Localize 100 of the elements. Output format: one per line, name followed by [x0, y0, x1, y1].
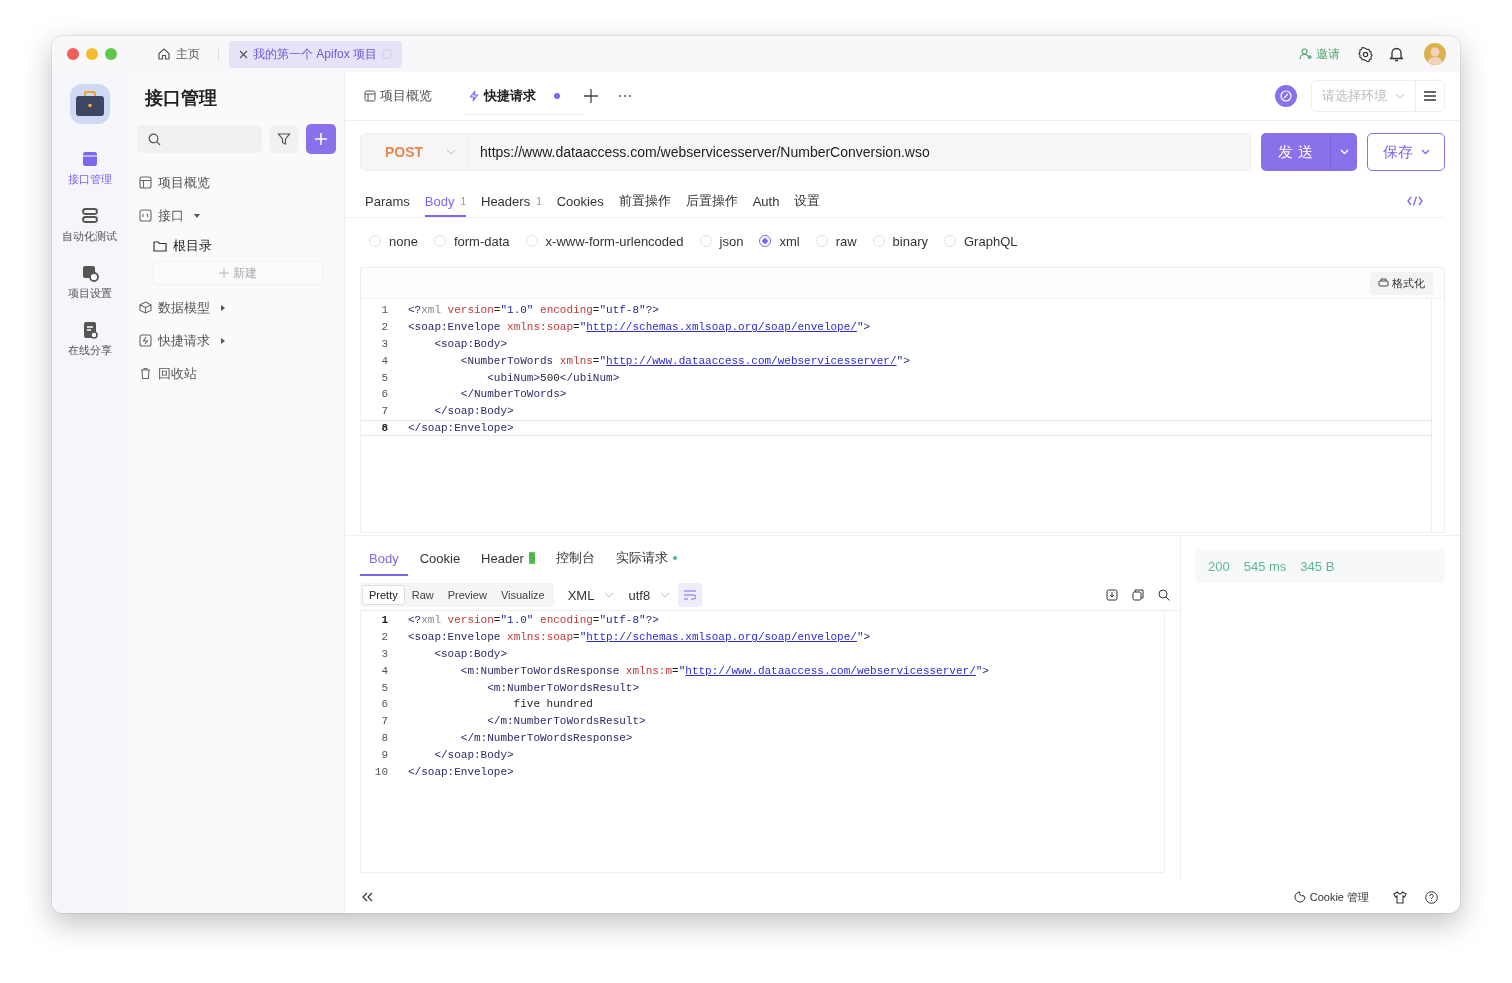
code-line: <soap:Body> [433, 338, 508, 350]
format-button[interactable]: 格式化 [1370, 271, 1433, 295]
sidebar-title: 接口管理 [144, 87, 218, 110]
settings-icon[interactable] [1358, 46, 1373, 62]
body-type-radio[interactable]: json [699, 233, 744, 249]
body-type-radio[interactable]: binary [872, 233, 928, 249]
search-field[interactable] [137, 125, 263, 153]
bolt-icon [139, 334, 152, 347]
response-time: 545 ms [1243, 559, 1287, 574]
sidebar-item[interactable]: 快捷请求 [137, 324, 336, 357]
notification-bell-icon[interactable] [1389, 46, 1404, 62]
plus-icon [219, 268, 229, 278]
collapse-icon[interactable] [362, 892, 373, 902]
shirt-icon[interactable] [1393, 890, 1407, 904]
request-section-tab[interactable]: Auth [752, 185, 780, 217]
body-type-radio[interactable]: xml [759, 233, 800, 249]
view-mode-tab[interactable]: Raw [404, 585, 441, 605]
nav-label: 在线分享 [67, 343, 112, 358]
response-tab[interactable]: 控制台 [546, 542, 604, 576]
body-type-radio[interactable]: form-data [433, 233, 510, 249]
status-code: 200 [1208, 559, 1230, 574]
code-link[interactable]: http://www.dataaccess.com/webservicesserver/ [685, 664, 976, 677]
request-section-tab[interactable]: Params [365, 185, 410, 217]
api-icon [80, 150, 99, 168]
new-tab-plus-icon[interactable] [584, 89, 598, 103]
send-button[interactable]: 发 送 [1261, 133, 1331, 171]
code-line: <m:NumberToWordsResult> [486, 681, 640, 694]
code-link[interactable]: http://schemas.xmlsoap.org/soap/envelope/ [586, 321, 857, 334]
line-number: 10 [373, 765, 388, 778]
add-user-icon [1299, 47, 1313, 61]
home-icon [157, 47, 171, 61]
body-type-radio[interactable]: GraphQL [944, 233, 1018, 249]
code-link[interactable]: http://www.dataaccess.com/webservicesserver/ [606, 354, 897, 367]
window-tab[interactable]: 主页 [149, 41, 208, 67]
body-type-radio[interactable]: raw [815, 233, 857, 249]
line-number: 5 [380, 371, 388, 384]
printer-icon [1378, 278, 1389, 288]
response-tab[interactable]: Body [360, 542, 408, 576]
request-tab[interactable]: 项目概览 [360, 77, 458, 115]
nav-label: 接口管理 [67, 172, 112, 187]
sidebar-item[interactable]: 接口 [137, 199, 336, 232]
request-section-tab[interactable]: 后置操作 [685, 185, 738, 217]
chevron-down-icon [1339, 149, 1349, 155]
sidebar-item[interactable]: 回收站 [137, 357, 336, 390]
response-tab[interactable]: Cookie [410, 542, 470, 576]
search-icon[interactable] [1158, 589, 1170, 601]
line-number: 8 [380, 421, 388, 434]
line-number: 4 [380, 664, 388, 677]
close-icon[interactable] [239, 49, 248, 59]
add-button[interactable] [306, 124, 336, 154]
save-button[interactable]: 保存 [1367, 133, 1445, 171]
sync-icon[interactable] [1275, 85, 1297, 107]
download-icon[interactable] [1106, 589, 1118, 601]
request-section-tab[interactable]: 设置 [794, 185, 821, 217]
sidebar-item[interactable]: 项目概览 [137, 166, 336, 199]
nav-item[interactable]: 自动化测试 [62, 207, 117, 244]
code-line: </NumberToWords> [459, 388, 567, 401]
window-tab[interactable]: 我的第一个 Apifox 项目 [229, 40, 403, 68]
help-icon[interactable] [1425, 890, 1438, 904]
stack-icon [80, 207, 99, 225]
chevron-down-icon [604, 592, 615, 598]
view-mode-tab[interactable]: Preview [440, 585, 494, 605]
encoding-select[interactable]: utf8 [628, 587, 671, 603]
filter-button[interactable] [270, 125, 299, 153]
sidebar-label: 数据模型 [158, 298, 210, 317]
line-number: 4 [380, 354, 388, 367]
cookie-manager-button[interactable]: Cookie 管理 [1287, 888, 1375, 906]
caret-icon[interactable] [220, 337, 226, 344]
nav-item[interactable]: 接口管理 [67, 150, 112, 187]
request-section-tab[interactable]: Body 1 [424, 185, 466, 217]
nav-label: 自动化测试 [62, 229, 117, 244]
more-icon[interactable] [618, 94, 632, 98]
code-line: </soap:Envelope> [408, 765, 514, 778]
cube-icon [139, 301, 152, 314]
close-window-button[interactable] [67, 48, 79, 60]
code-icon[interactable] [1407, 196, 1423, 206]
sidebar-label: 接口 [158, 206, 184, 225]
caret-icon[interactable] [194, 212, 200, 219]
sidebar-label: 项目概览 [158, 173, 210, 192]
nav-item[interactable]: 项目设置 [67, 264, 112, 301]
sidebar-item[interactable]: 数据模型 [137, 291, 336, 324]
folder-item[interactable]: 根目录 [137, 232, 336, 259]
sidebar-label: 根目录 [173, 236, 212, 255]
request-section-tab[interactable]: Cookies [556, 185, 604, 217]
cookie-icon [1293, 891, 1306, 903]
format-select[interactable]: XML [567, 587, 615, 603]
nav-item[interactable]: 在线分享 [67, 321, 112, 358]
menu-icon [1424, 91, 1436, 101]
code-link[interactable]: http://schemas.xmlsoap.org/soap/envelope/ [586, 631, 857, 644]
body-type-radio[interactable]: x-www-form-urlencoded [525, 233, 684, 249]
view-mode-tab[interactable]: Pretty [362, 585, 405, 605]
request-section-tab[interactable]: Headers 1 [481, 185, 542, 217]
response-tab[interactable]: 实际请求 [606, 542, 686, 576]
line-number: 9 [380, 748, 388, 761]
caret-icon[interactable] [220, 304, 226, 311]
copy-icon[interactable] [1132, 589, 1144, 601]
view-mode-tab[interactable]: Visualize [493, 585, 552, 605]
request-section-tab[interactable]: 前置操作 [618, 185, 671, 217]
folder-icon [153, 239, 167, 252]
body-type-radio[interactable]: none [369, 233, 418, 249]
